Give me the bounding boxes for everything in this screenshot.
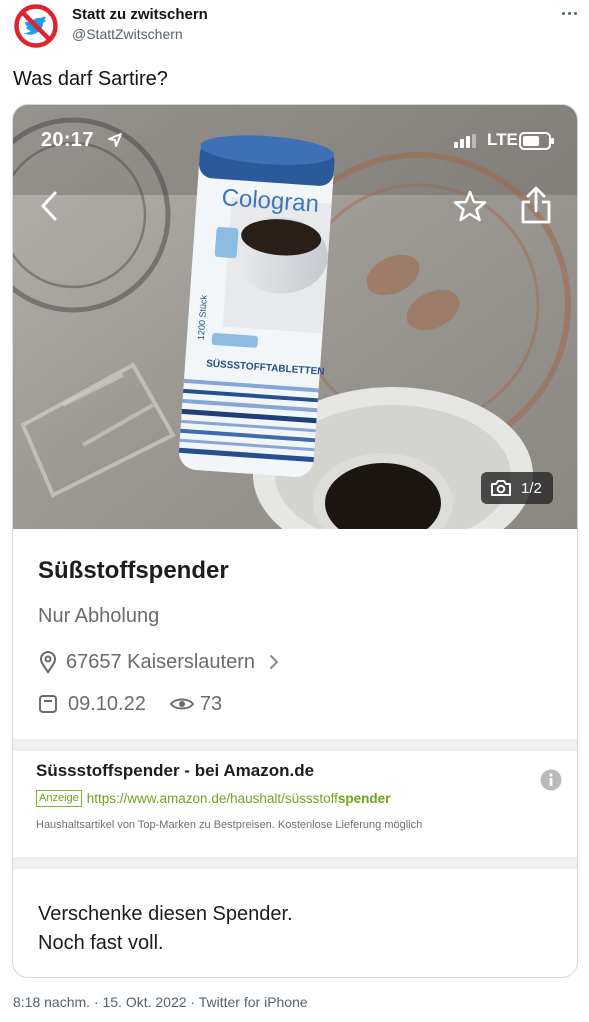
eye-views-icon	[169, 698, 194, 710]
listing-location[interactable]: 67657 Kaiserslautern	[38, 650, 281, 674]
listing-description: Verschenke diesen Spender. Noch fast vol…	[38, 903, 293, 954]
photo-counter-label: 1/2	[521, 479, 542, 497]
listing-title: Süßstoffspender	[38, 557, 229, 584]
star-favorite-icon[interactable]	[453, 189, 487, 223]
battery-icon	[519, 132, 554, 150]
ad-url[interactable]: https://www.amazon.de/haushalt/süssstoff…	[87, 791, 391, 806]
sweetener-dispenser-photo: Cologran SÜSSSTOFFTABLETTEN 1200 Stück	[13, 105, 577, 529]
avatar[interactable]	[13, 3, 59, 49]
map-pin-icon	[39, 651, 57, 674]
more-options-icon[interactable]	[556, 2, 582, 24]
ad-description: Haushaltsartikel von Top-Marken zu Bestp…	[36, 819, 423, 831]
signal-strength-icon	[454, 134, 476, 148]
location-text: 67657 Kaiserslautern	[66, 650, 256, 673]
tweet-media-card[interactable]: Cologran SÜSSSTOFFTABLETTEN 1200 Stück 2…	[12, 104, 578, 978]
calendar-icon	[39, 695, 57, 713]
tweet-text: Was darf Sartire?	[13, 68, 168, 90]
chevron-right-icon	[270, 655, 279, 669]
no-bird-logo-icon	[13, 3, 59, 49]
photo-counter[interactable]: 1/2	[481, 472, 553, 504]
info-icon[interactable]	[540, 769, 562, 791]
listing-meta: 09.10.22 73	[38, 692, 222, 716]
ad-title[interactable]: Süssstoffspender - bei Amazon.de	[36, 761, 314, 781]
back-arrow-icon[interactable]	[37, 189, 61, 223]
ad-url-row[interactable]: Anzeige https://www.amazon.de/haushalt/s…	[36, 790, 390, 807]
section-divider	[13, 857, 577, 869]
listing-photo[interactable]: Cologran SÜSSSTOFFTABLETTEN 1200 Stück 2…	[13, 105, 577, 529]
pickup-option: Nur Abholung	[38, 605, 160, 627]
status-bar-time: 20:17	[41, 129, 94, 151]
camera-icon	[491, 480, 511, 496]
tweet-timestamp[interactable]: 8:18 nachm. · 15. Okt. 2022 · Twitter fo…	[13, 994, 308, 1010]
ad-badge: Anzeige	[36, 790, 82, 807]
network-type: LTE	[487, 130, 518, 149]
view-count: 73	[199, 692, 223, 715]
author-handle[interactable]: @StattZwitschern	[72, 26, 183, 42]
section-divider	[13, 739, 577, 751]
author-name[interactable]: Statt zu zwitschern	[72, 6, 208, 23]
share-icon[interactable]	[518, 185, 554, 225]
location-arrow-icon	[108, 133, 122, 147]
listing-date: 09.10.22	[68, 692, 146, 715]
